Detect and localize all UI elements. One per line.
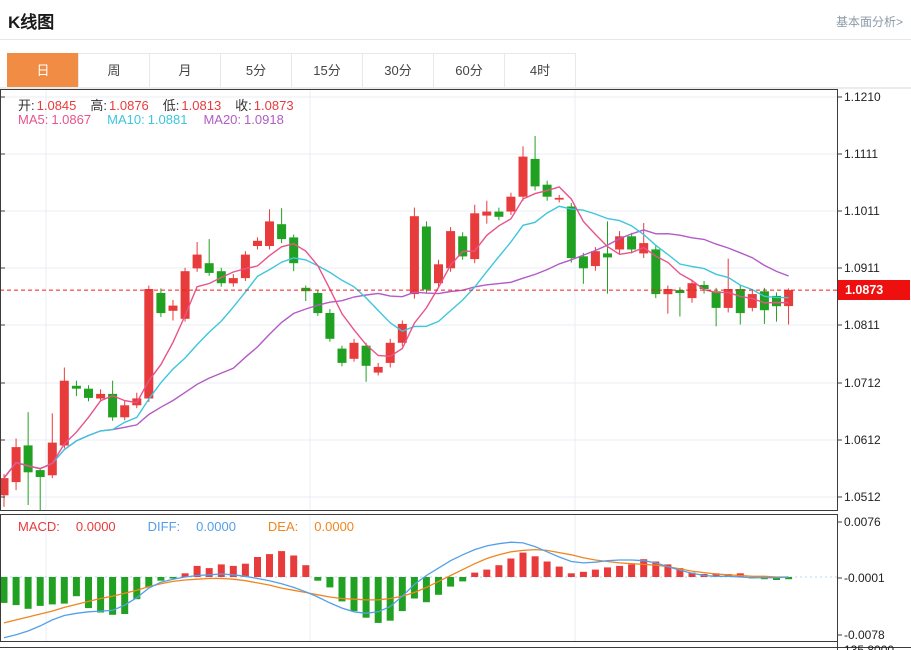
tab-day[interactable]: 日 (7, 53, 79, 88)
tabrow-underline (0, 87, 911, 88)
tab-4hour[interactable]: 4时 (504, 53, 576, 88)
tab-60min[interactable]: 60分 (433, 53, 505, 88)
tab-5min[interactable]: 5分 (220, 53, 292, 88)
interval-tab-bar: 日 周 月 5分 15分 30分 60分 4时 (7, 53, 576, 88)
fundamental-analysis-link[interactable]: 基本面分析> (836, 13, 903, 30)
kline-chart-page: K线图 基本面分析> 日 周 月 5分 15分 30分 60分 4时 开: 1.0… (0, 0, 911, 650)
page-title: K线图 (8, 13, 55, 32)
tab-15min[interactable]: 15分 (291, 53, 363, 88)
kline-macd-canvas[interactable] (0, 0, 911, 650)
tab-week[interactable]: 周 (78, 53, 150, 88)
tab-month[interactable]: 月 (149, 53, 221, 88)
header-divider (0, 39, 911, 40)
tab-30min[interactable]: 30分 (362, 53, 434, 88)
